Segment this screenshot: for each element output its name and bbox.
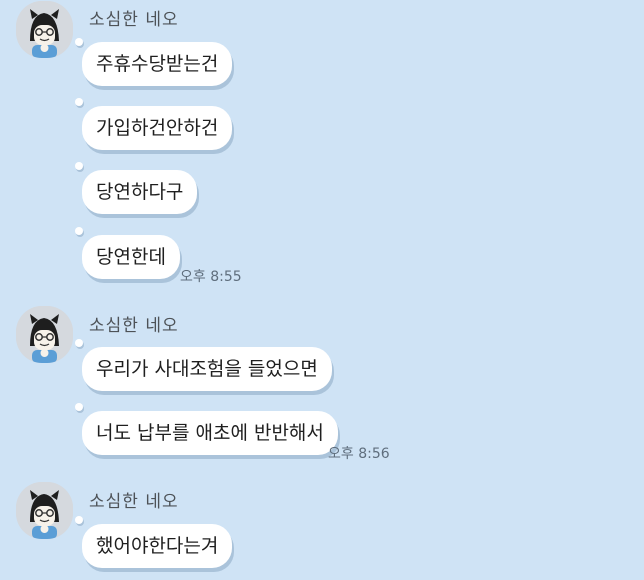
sender-name: 소심한 네오 [89, 316, 179, 336]
message-timestamp: 오후 8:55 [180, 269, 242, 285]
message-bubble[interactable]: 당연한데 [82, 235, 180, 279]
message-bubble[interactable]: 가입하건안하건 [82, 106, 233, 150]
bubble-tail [75, 516, 83, 524]
bubble-tail [75, 98, 83, 106]
bubble-tail [75, 38, 83, 46]
avatar[interactable] [16, 1, 73, 58]
avatar[interactable] [16, 482, 73, 539]
neo-cat-character-icon [16, 306, 73, 363]
bubble-tail [75, 403, 83, 411]
message-bubble[interactable]: 당연하다구 [82, 170, 198, 214]
neo-cat-character-icon [16, 1, 73, 58]
avatar[interactable] [16, 306, 73, 363]
bubble-tail [75, 162, 83, 170]
sender-name: 소심한 네오 [89, 10, 179, 30]
message-bubble[interactable]: 했어야한다는겨 [82, 524, 233, 568]
message-bubble[interactable]: 너도 납부를 애초에 반반해서 [82, 411, 338, 455]
message-timestamp: 오후 8:56 [328, 446, 390, 462]
bubble-tail [75, 339, 83, 347]
sender-name: 소심한 네오 [89, 492, 179, 512]
neo-cat-character-icon [16, 482, 73, 539]
bubble-tail [75, 227, 83, 235]
message-bubble[interactable]: 주휴수당받는건 [82, 42, 233, 86]
message-bubble[interactable]: 우리가 사대조험을 들었으면 [82, 347, 332, 391]
